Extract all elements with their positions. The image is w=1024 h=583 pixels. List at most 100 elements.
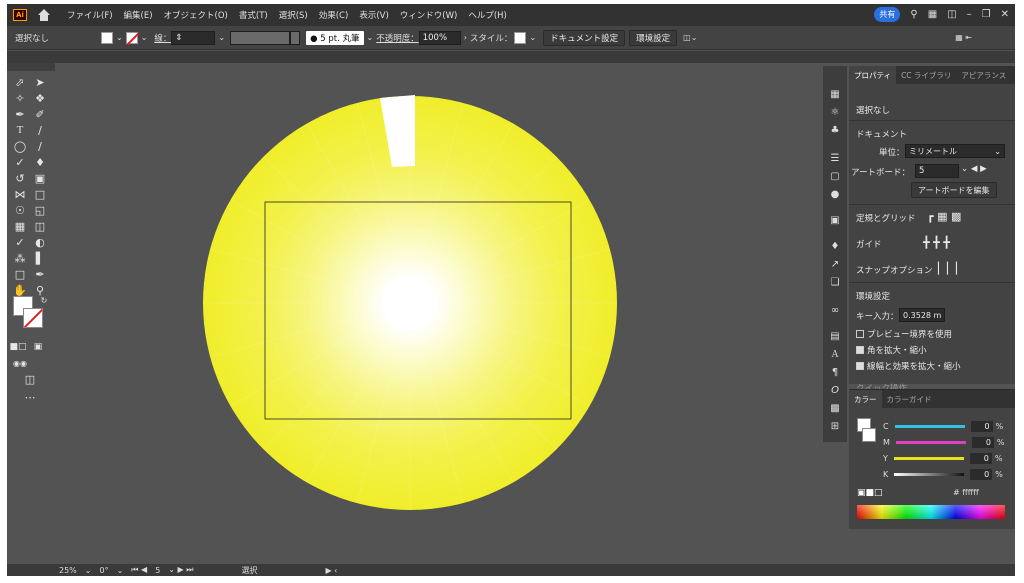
chevron-down-icon[interactable]: ⌄	[141, 33, 148, 42]
opentype-panel-icon[interactable]: O	[829, 384, 841, 396]
magenta-track[interactable]	[895, 440, 966, 444]
lasso-tool-icon[interactable]: ❖	[33, 91, 47, 105]
pen-tool-icon[interactable]: ✒	[13, 107, 27, 121]
artboard-next-icon[interactable]: ⌄ ▶ ⏭	[168, 565, 193, 575]
width-tool-icon[interactable]: ⋈	[13, 187, 27, 201]
swap-colors-icon[interactable]: ↻	[37, 293, 51, 307]
magic-wand-tool-icon[interactable]: ✧	[13, 91, 27, 105]
menu-help[interactable]: ヘルプ(H)	[468, 9, 507, 21]
rotation-value[interactable]: 0°	[99, 566, 108, 575]
rotate-tool-icon[interactable]: ↺	[13, 171, 27, 185]
stroke-color-box[interactable]	[23, 308, 43, 328]
artboard-nav-icon[interactable]: ⌄ ◀ ▶	[961, 164, 987, 174]
document-setup-button[interactable]: ドキュメント設定	[543, 29, 626, 46]
chevron-down-icon[interactable]: ⌄	[218, 33, 225, 42]
tab-cc-libraries[interactable]: CC ライブラリ	[896, 70, 956, 81]
stroke-label[interactable]: 線：	[154, 32, 171, 44]
paintbrush-tool-icon[interactable]: ∕	[33, 139, 47, 153]
opacity-label[interactable]: 不透明度：	[376, 32, 419, 44]
transparency-panel-icon[interactable]: ●	[829, 188, 841, 200]
chevron-down-icon[interactable]: ⌄	[116, 33, 123, 42]
pathfinder-panel-icon[interactable]: ▩	[829, 402, 841, 414]
paragraph-panel-icon[interactable]: ¶	[829, 366, 841, 378]
chevron-down-icon[interactable]: ⌄	[367, 33, 374, 42]
toolbar-grip[interactable]	[7, 63, 55, 71]
key-increment-input[interactable]: 0.3528 m	[899, 308, 945, 322]
align-panel-icon[interactable]: ▤	[829, 330, 841, 342]
profile-dropdown[interactable]	[290, 30, 301, 45]
magenta-value[interactable]: 0	[971, 436, 994, 448]
transform-panel-icon[interactable]: ⊞	[829, 420, 841, 432]
opacity-input[interactable]: 100%	[418, 30, 461, 45]
cyan-value[interactable]: 0	[970, 420, 993, 432]
cyan-track[interactable]	[894, 424, 965, 428]
share-button[interactable]: 共有	[874, 7, 901, 22]
menu-file[interactable]: ファイル(F)	[67, 9, 113, 21]
layers-panel-icon[interactable]: ♦	[829, 240, 841, 252]
column-graph-tool-icon[interactable]: ▌	[33, 251, 47, 265]
eraser-tool-icon[interactable]: ♦	[33, 155, 47, 169]
chevron-down-icon[interactable]: ⌄	[117, 566, 124, 575]
chevron-right-icon[interactable]: ›	[464, 33, 467, 42]
yellow-value[interactable]: 0	[969, 452, 992, 464]
preview-bounds-checkbox[interactable]: プレビュー境界を使用	[856, 328, 952, 340]
yellow-track[interactable]	[893, 456, 964, 460]
club-symbol-icon[interactable]: ♣	[829, 124, 841, 136]
more-tools-icon[interactable]: ⋯	[23, 390, 37, 404]
color-spectrum[interactable]	[857, 505, 1005, 519]
scale-corners-checkbox[interactable]: 角を拡大・縮小	[856, 344, 927, 356]
stroke-weight-input[interactable]: ⇕	[171, 30, 216, 45]
restore-icon[interactable]: ❐	[982, 9, 991, 20]
properties-panel-icon[interactable]: ▦	[829, 88, 841, 100]
slice-tool-icon[interactable]: ✒	[33, 267, 47, 281]
yellow-slider-row[interactable]: Y 0 %	[883, 452, 1003, 464]
none-mode-icon[interactable]: ▣	[31, 340, 45, 354]
none-white-black-swatches[interactable]: ▣■□	[857, 488, 883, 498]
home-icon[interactable]	[37, 9, 51, 21]
menu-type[interactable]: 書式(T)	[239, 9, 268, 21]
menu-select[interactable]: 選択(S)	[279, 9, 308, 21]
ellipse-tool-icon[interactable]: ◯	[13, 139, 27, 153]
gradient-panel-icon[interactable]: ▢	[829, 170, 841, 182]
tab-properties[interactable]: プロパティ	[849, 66, 897, 84]
hand-tool-icon[interactable]: ✋	[13, 283, 27, 297]
workspace-icon[interactable]: ▦	[928, 9, 937, 20]
stroke-swatch[interactable]	[125, 31, 138, 44]
checkbox-checked[interactable]	[856, 362, 864, 370]
hex-value[interactable]: ffffff	[962, 488, 979, 497]
edit-artboard-button[interactable]: アートボードを編集	[911, 182, 997, 198]
draw-mode-icon[interactable]: ◉◉	[13, 356, 27, 370]
checkbox-checked[interactable]	[856, 346, 864, 354]
arrange-documents-icon[interactable]: ◫⌄	[683, 33, 697, 42]
selection-tool-icon[interactable]: ⬀	[13, 75, 27, 89]
black-slider-row[interactable]: K 0 %	[883, 468, 1003, 480]
canvas[interactable]	[55, 63, 823, 568]
blend-tool-icon[interactable]: ◐	[33, 235, 47, 249]
stroke-panel-icon[interactable]: ☰	[829, 152, 841, 164]
live-paint-tool-icon[interactable]: ◱	[33, 203, 47, 217]
minimize-icon[interactable]: –	[967, 9, 972, 20]
fill-swatch[interactable]	[101, 31, 113, 44]
mesh-tool-icon[interactable]: ◫	[33, 219, 47, 233]
snap-icons[interactable]: ⎢ ⎢ ⎢	[937, 262, 961, 275]
magenta-slider-row[interactable]: M 0 %	[883, 436, 1005, 448]
stroke-color-box[interactable]	[862, 428, 876, 442]
character-panel-icon[interactable]: A	[829, 348, 841, 360]
free-transform-tool-icon[interactable]: □	[33, 187, 47, 201]
artboard-number[interactable]: 5	[155, 566, 160, 575]
black-value[interactable]: 0	[970, 468, 993, 480]
preferences-button[interactable]: 環境設定	[629, 29, 678, 46]
tab-color[interactable]: カラー	[849, 390, 882, 408]
asset-export-icon[interactable]: ▣	[829, 214, 841, 226]
close-icon[interactable]: ✕	[1001, 9, 1009, 20]
artboard-input[interactable]: 5	[915, 164, 959, 178]
color-mode-icon[interactable]: ■□	[10, 340, 27, 354]
variable-width-profile[interactable]	[230, 30, 291, 45]
menu-edit[interactable]: 編集(E)	[124, 9, 153, 21]
search-icon[interactable]: ⚲	[910, 9, 917, 20]
chevron-down-icon[interactable]: ⌄	[85, 566, 92, 575]
hex-input-row[interactable]: # ffffff	[953, 488, 979, 497]
chevron-down-icon[interactable]: ⌄	[529, 33, 536, 42]
menu-object[interactable]: オブジェクト(O)	[164, 9, 228, 21]
direct-selection-tool-icon[interactable]: ➤	[33, 75, 47, 89]
